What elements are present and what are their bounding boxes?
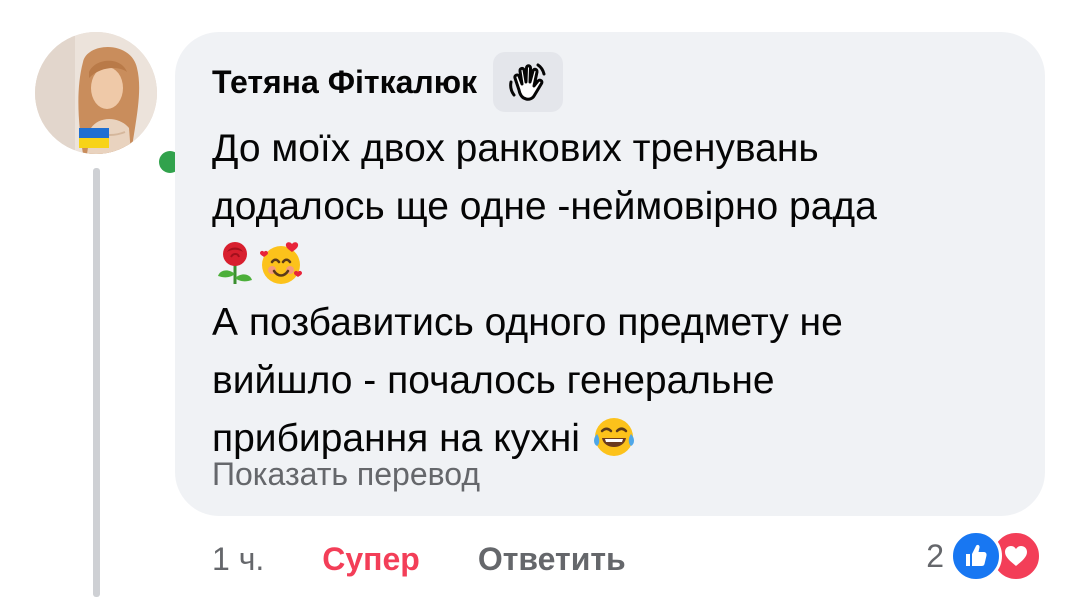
author-name[interactable]: Тетяна Фіткалюк — [212, 64, 477, 101]
show-translation-link[interactable]: Показать перевод — [212, 456, 480, 493]
author-avatar[interactable] — [35, 32, 187, 179]
comment-line: До моїх двох ранкових тренувань — [212, 127, 819, 170]
reaction-count: 2 — [926, 537, 944, 574]
waving-hand-icon[interactable] — [493, 52, 564, 112]
comment-line: додалось ще одне -неймовірно рада — [212, 185, 877, 228]
comment-line-text: прибирання на кухні — [212, 417, 580, 460]
comment-line: вийшло - почалось генеральне — [212, 359, 775, 402]
rose-emoji — [212, 240, 258, 286]
comment-timestamp[interactable]: 1 ч. — [212, 541, 264, 578]
comment-text: До моїх двох ранкових тренувань додалось… — [212, 120, 1002, 468]
reply-button[interactable]: Ответить — [478, 541, 626, 578]
avatar-image — [35, 32, 157, 154]
emoji-line — [212, 236, 1002, 294]
reaction-button[interactable]: Супер — [322, 541, 420, 578]
reaction-summary[interactable]: 2 — [926, 528, 1042, 584]
face-with-tears-of-joy-emoji — [591, 414, 637, 460]
comment-line: А позбавитись одного предмету не — [212, 301, 843, 344]
smiling-face-with-hearts-emoji — [258, 240, 304, 286]
like-reaction-icon — [950, 530, 1002, 582]
comment-actions: 1 ч. Супер Ответить — [212, 535, 626, 583]
thread-line — [93, 168, 100, 597]
author-row: Тетяна Фіткалюк — [212, 52, 564, 112]
